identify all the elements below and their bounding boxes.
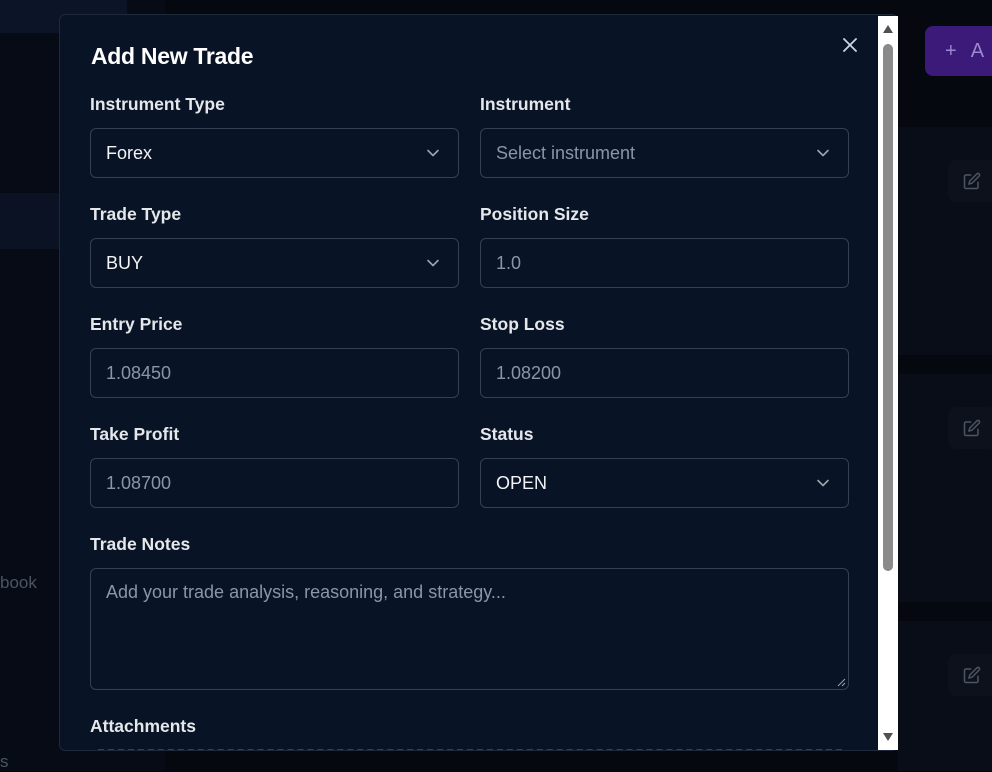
close-button[interactable] — [840, 35, 860, 55]
resize-handle-icon[interactable] — [837, 678, 846, 687]
plus-icon: + — [945, 39, 957, 62]
attachments-dropzone[interactable] — [98, 749, 842, 750]
stop-loss-placeholder: 1.08200 — [496, 362, 562, 383]
entry-price-placeholder: 1.08450 — [106, 362, 172, 383]
instrument-label: Instrument — [480, 94, 571, 114]
status-value: OPEN — [496, 472, 548, 493]
modal-scrollbar[interactable] — [878, 16, 898, 750]
edit-trade-button[interactable] — [948, 160, 992, 202]
scroll-up-arrow-icon[interactable] — [882, 24, 894, 34]
modal-title: Add New Trade — [91, 43, 254, 69]
sidebar-item-label: book — [0, 573, 37, 592]
chevron-down-icon — [817, 479, 829, 487]
instrument-type-select[interactable]: Forex — [90, 128, 459, 178]
chevron-down-icon — [427, 259, 439, 267]
trade-card — [898, 621, 992, 771]
instrument-placeholder: Select instrument — [496, 142, 636, 163]
attachments-label: Attachments — [90, 716, 196, 736]
position-size-placeholder: 1.0 — [496, 252, 522, 273]
edit-icon — [963, 419, 981, 437]
scroll-down-arrow-icon[interactable] — [882, 732, 894, 742]
scroll-thumb[interactable] — [883, 44, 893, 571]
add-trade-button-label: A — [970, 39, 985, 62]
trade-type-select[interactable]: BUY — [90, 238, 459, 288]
take-profit-placeholder: 1.08700 — [106, 472, 172, 493]
add-trade-button[interactable]: + A — [925, 26, 992, 76]
instrument-select[interactable]: Select instrument — [480, 128, 849, 178]
trade-notes-textarea[interactable]: Add your trade analysis, reasoning, and … — [90, 568, 849, 690]
entry-price-input[interactable]: 1.08450 — [90, 348, 459, 398]
stop-loss-input[interactable]: 1.08200 — [480, 348, 849, 398]
edit-icon — [963, 666, 981, 684]
trade-type-label: Trade Type — [90, 204, 182, 224]
trade-notes-label: Trade Notes — [90, 534, 191, 554]
position-size-label: Position Size — [480, 204, 589, 224]
trade-type-value: BUY — [106, 252, 144, 273]
trade-notes-placeholder: Add your trade analysis, reasoning, and … — [106, 582, 506, 602]
chevron-down-icon — [817, 149, 829, 157]
chevron-down-icon — [427, 149, 439, 157]
instrument-type-value: Forex — [106, 142, 153, 163]
sidebar-item-label-bottom: s — [0, 752, 9, 771]
edit-icon — [963, 172, 981, 190]
take-profit-input[interactable]: 1.08700 — [90, 458, 459, 508]
edit-trade-button[interactable] — [948, 654, 992, 696]
status-select[interactable]: OPEN — [480, 458, 849, 508]
add-trade-modal: Add New Trade Instrument Type Forex Inst… — [59, 14, 898, 751]
take-profit-label: Take Profit — [90, 424, 180, 444]
entry-price-label: Entry Price — [90, 314, 183, 334]
instrument-type-label: Instrument Type — [90, 94, 225, 114]
status-label: Status — [480, 424, 534, 444]
edit-trade-button[interactable] — [948, 407, 992, 449]
stop-loss-label: Stop Loss — [480, 314, 565, 334]
close-icon — [843, 38, 857, 52]
position-size-input[interactable]: 1.0 — [480, 238, 849, 288]
sidebar-active-item — [0, 193, 60, 249]
